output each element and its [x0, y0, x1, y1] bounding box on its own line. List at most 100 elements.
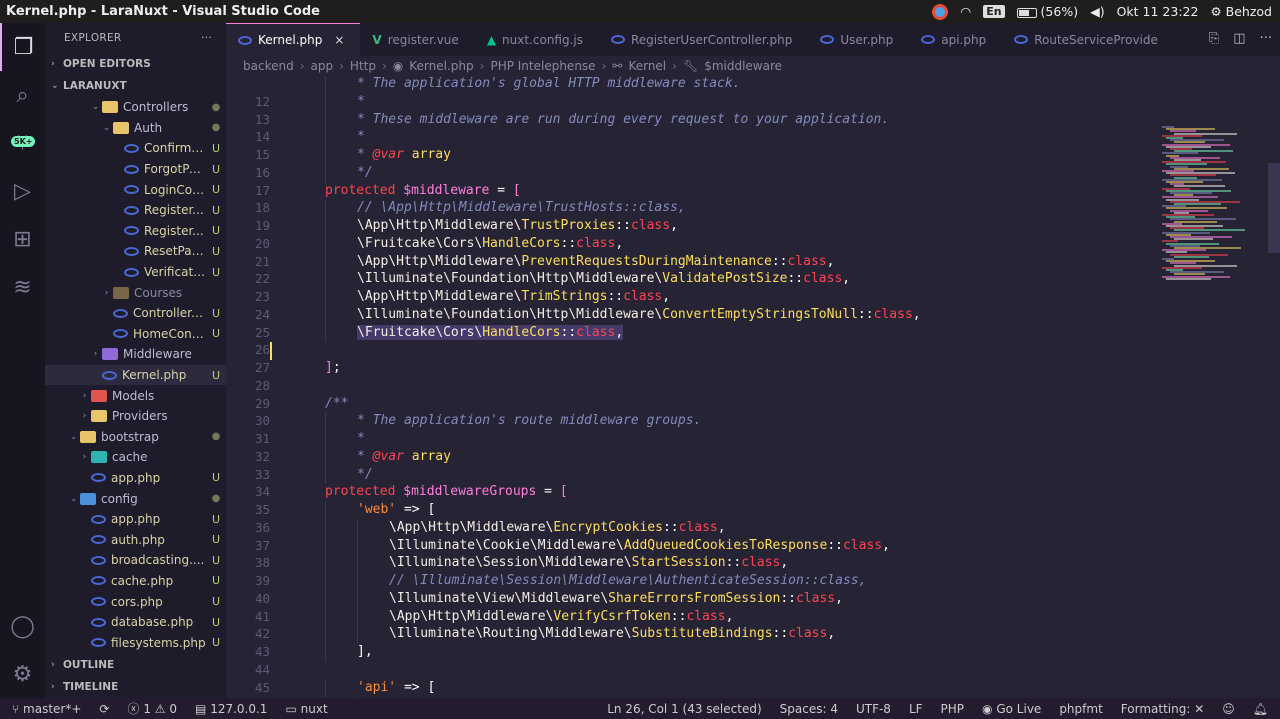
- more-actions-button[interactable]: ···: [201, 32, 212, 44]
- remote-indicator[interactable]: ▭ nuxt: [285, 702, 327, 716]
- tree-item[interactable]: auth.php U: [45, 529, 226, 550]
- breadcrumb-item[interactable]: Http: [350, 59, 376, 73]
- code-line[interactable]: 45'api' => [: [226, 679, 1156, 698]
- battery-indicator[interactable]: (56%): [1016, 4, 1078, 19]
- language-indicator[interactable]: En: [983, 5, 1005, 18]
- settings-gear-icon[interactable]: ⚙: [0, 650, 45, 698]
- tab-kernel-php[interactable]: Kernel.php ×: [226, 23, 361, 56]
- tab-registerusercontroller-php[interactable]: RegisterUserController.php: [599, 23, 808, 56]
- tree-item[interactable]: ConfirmP... U: [45, 138, 226, 159]
- end-of-line[interactable]: LF: [909, 702, 923, 716]
- tab-api-php[interactable]: api.php: [909, 23, 1002, 56]
- code-line[interactable]: 41 \App\Http\Middleware\VerifyCsrfToken::…: [226, 608, 1156, 627]
- tree-item[interactable]: Register... U: [45, 221, 226, 242]
- tree-item[interactable]: ⌄ Auth ●: [45, 118, 226, 139]
- source-control-icon[interactable]: ⑂5K+: [0, 119, 45, 167]
- clock[interactable]: Okt 11 23:22: [1117, 4, 1199, 19]
- code-line[interactable]: 32 * @var array: [226, 448, 1156, 467]
- code-line[interactable]: 22 \Illuminate\Foundation\Http\Middleware…: [226, 271, 1156, 289]
- tab-user-php[interactable]: User.php: [808, 23, 909, 56]
- code-line[interactable]: 31 *: [226, 431, 1156, 449]
- code-line[interactable]: 35'web' => [: [226, 502, 1156, 520]
- tree-item[interactable]: ⌄ Controllers ●: [45, 97, 226, 118]
- tree-item[interactable]: broadcasting.... U: [45, 550, 226, 571]
- tree-item[interactable]: HomeCont... U: [45, 324, 226, 345]
- notifications-icon[interactable]: 🔔︎: [1253, 702, 1268, 716]
- tree-item[interactable]: ResetPas... U: [45, 241, 226, 262]
- code-line[interactable]: 14 *: [226, 129, 1156, 147]
- code-line[interactable]: 12 *: [226, 93, 1156, 112]
- close-icon[interactable]: ×: [334, 33, 344, 47]
- code-line[interactable]: 37 \Illuminate\Cookie\Middleware\AddQueue…: [226, 537, 1156, 556]
- tree-item[interactable]: app.php U: [45, 468, 226, 489]
- breadcrumb-item[interactable]: Kernel: [628, 59, 666, 73]
- explorer-icon[interactable]: ❐: [0, 23, 45, 71]
- feedback-icon[interactable]: ☺: [1222, 702, 1235, 716]
- code-line[interactable]: 13 * These middleware are run during ever…: [226, 111, 1156, 130]
- wifi-icon[interactable]: ◠: [960, 4, 971, 19]
- tree-item[interactable]: ForgotPa... U: [45, 159, 226, 180]
- project-section[interactable]: ⌄ LARANUXT: [45, 75, 226, 97]
- tree-item[interactable]: Controller.... U: [45, 303, 226, 324]
- outline-section[interactable]: › OUTLINE: [45, 654, 226, 676]
- volume-icon[interactable]: ◀): [1090, 4, 1105, 19]
- code-line[interactable]: 18 // \App\Http\Middleware\TrustHosts::cl…: [226, 200, 1156, 218]
- tree-item[interactable]: cache.php U: [45, 571, 226, 592]
- tree-item[interactable]: filesystems.php U: [45, 632, 226, 653]
- code-line[interactable]: 38 \Illuminate\Session\Middleware\StartSe…: [226, 555, 1156, 573]
- code-line[interactable]: 19 \App\Http\Middleware\TrustProxies::cla…: [226, 218, 1156, 236]
- code-line[interactable]: 34 protected $middlewareGroups = [: [226, 484, 1156, 502]
- run-debug-icon[interactable]: ▷: [0, 167, 45, 215]
- code-line[interactable]: 21 \App\Http\Middleware\PreventRequestsDu…: [226, 253, 1156, 272]
- code-line[interactable]: 28: [226, 378, 1156, 396]
- encoding[interactable]: UTF-8: [856, 702, 891, 716]
- tree-item[interactable]: ⌄ bootstrap ●: [45, 427, 226, 448]
- vertical-scrollbar[interactable]: [1268, 163, 1280, 253]
- timeline-section[interactable]: › TIMELINE: [45, 676, 226, 698]
- server-indicator[interactable]: ▤ 127.0.0.1: [195, 702, 267, 716]
- code-line[interactable]: 33 */: [226, 466, 1156, 485]
- account-icon[interactable]: ◯: [0, 602, 45, 650]
- code-line[interactable]: 39 // \Illuminate\Session\Middleware\Auth…: [226, 573, 1156, 591]
- tree-item[interactable]: app.php U: [45, 509, 226, 530]
- tree-item[interactable]: Kernel.php U: [45, 364, 226, 386]
- code-line[interactable]: 27];: [226, 360, 1156, 378]
- code-line[interactable]: 25 \Fruitcake\Cors\HandleCors::class,: [226, 324, 1156, 343]
- tree-item[interactable]: Register... U: [45, 200, 226, 221]
- formatting-indicator[interactable]: Formatting: ✕: [1121, 702, 1204, 716]
- go-live-button[interactable]: ◉ Go Live: [982, 702, 1041, 716]
- code-line[interactable]: 29 /**: [226, 396, 1156, 414]
- code-line[interactable]: 17 protected $middleware = [: [226, 183, 1156, 201]
- more-icon[interactable]: ···: [1260, 31, 1272, 46]
- code-line[interactable]: 24 \Illuminate\Foundation\Http\Middleware…: [226, 306, 1156, 325]
- breadcrumb-item[interactable]: $middleware: [704, 59, 782, 73]
- code-line[interactable]: 30 * The application's route middleware g…: [226, 413, 1156, 431]
- tree-item[interactable]: Verificati... U: [45, 262, 226, 283]
- breadcrumb-item[interactable]: Kernel.php: [409, 59, 473, 73]
- tree-item[interactable]: › Middleware: [45, 344, 226, 365]
- tree-item[interactable]: › cache: [45, 447, 226, 468]
- breadcrumb-item[interactable]: app: [311, 59, 334, 73]
- split-editor-icon[interactable]: ◫: [1233, 31, 1245, 46]
- minimap[interactable]: [1156, 76, 1280, 698]
- notification-app-icon[interactable]: [932, 3, 949, 20]
- sync-icon[interactable]: ⟳: [99, 702, 109, 716]
- extensions-icon[interactable]: ⊞: [0, 215, 45, 263]
- code-line[interactable]: * The application's global HTTP middlewa…: [226, 76, 1156, 94]
- problems-indicator[interactable]: ⓧ 1 ⚠ 0: [127, 700, 177, 717]
- code-line[interactable]: 26: [226, 342, 1156, 360]
- tab-nuxt-config-js[interactable]: ▲ nuxt.config.js: [475, 23, 599, 56]
- tree-item[interactable]: › Models: [45, 385, 226, 406]
- code-line[interactable]: 20 \Fruitcake\Cors\HandleCors::class,: [226, 235, 1156, 254]
- tab-register-vue[interactable]: Vregister.vue: [360, 23, 474, 56]
- code-line[interactable]: 16 */: [226, 164, 1156, 183]
- tab-routeserviceprovide[interactable]: RouteServiceProvide: [1002, 23, 1174, 56]
- tree-item[interactable]: cors.php U: [45, 591, 226, 612]
- code-view[interactable]: * The application's global HTTP middlewa…: [226, 76, 1156, 698]
- code-line[interactable]: 40 \Illuminate\View\Middleware\ShareError…: [226, 590, 1156, 609]
- breadcrumb-item[interactable]: PHP Intelephense: [490, 59, 595, 73]
- tree-item[interactable]: › Courses: [45, 282, 226, 303]
- code-line[interactable]: 15 * @var array: [226, 147, 1156, 165]
- code-line[interactable]: 36 \App\Http\Middleware\EncryptCookies::c…: [226, 519, 1156, 538]
- code-line[interactable]: 44: [226, 662, 1156, 680]
